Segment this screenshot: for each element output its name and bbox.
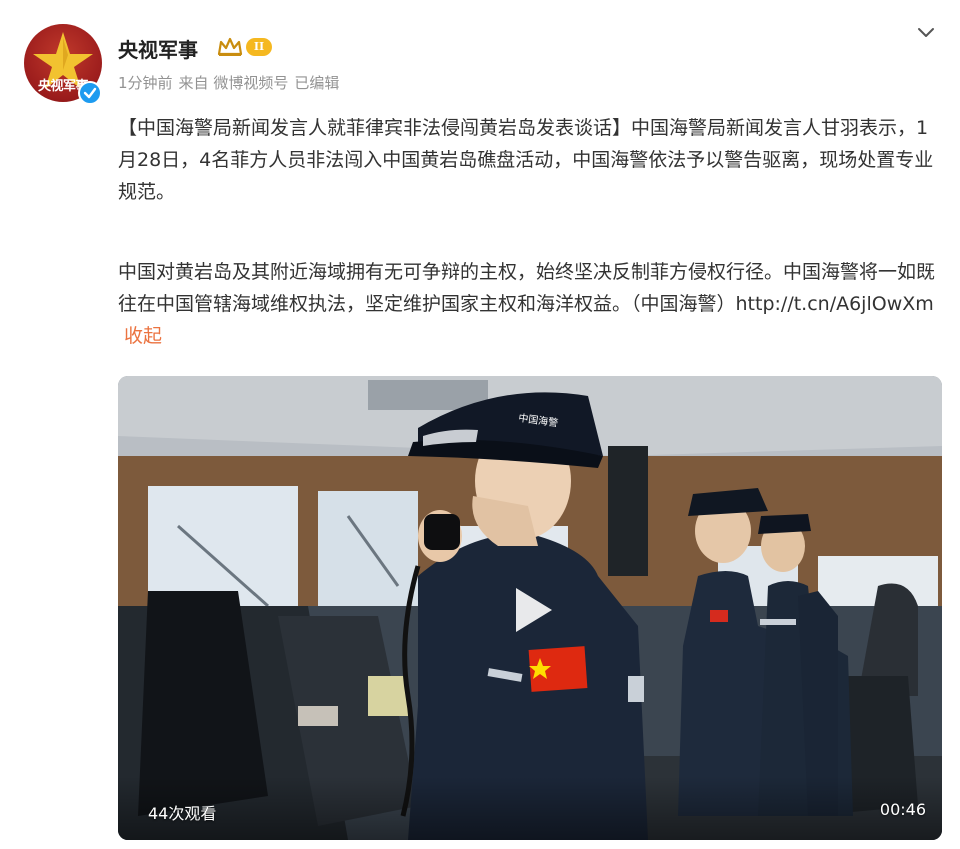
video-duration: 00:46 — [879, 800, 926, 819]
edited-label[interactable]: 已编辑 — [294, 74, 339, 92]
member-badge[interactable]: II — [216, 36, 274, 58]
post-link[interactable]: http://t.cn/A6jlOwXm — [736, 293, 934, 315]
user-name[interactable]: 央视军事 — [118, 34, 198, 63]
play-icon[interactable] — [502, 582, 558, 638]
verified-icon — [78, 81, 102, 105]
post-source[interactable]: 来自 微博视频号 — [179, 74, 289, 92]
crown-icon — [217, 37, 243, 56]
video-player[interactable]: 中国海警 44次观看 00:46 — [118, 376, 942, 840]
post-time[interactable]: 1分钟前 — [118, 74, 173, 92]
post-paragraph-1: 【中国海警局新闻发言人就菲律宾非法侵闯黄岩岛发表谈话】中国海警局新闻发言人甘羽表… — [118, 117, 934, 203]
post-paragraph-2: 中国对黄岩岛及其附近海域拥有无可争辩的主权，始终坚决反制菲方侵权行径。中国海警将… — [118, 256, 946, 352]
collapse-link[interactable]: 收起 — [124, 325, 162, 347]
view-count: 44次观看 — [148, 804, 217, 823]
post-meta: 1分钟前 来自 微博视频号 已编辑 — [118, 72, 345, 93]
level-badge: II — [246, 38, 272, 56]
chevron-down-icon[interactable] — [914, 22, 938, 42]
